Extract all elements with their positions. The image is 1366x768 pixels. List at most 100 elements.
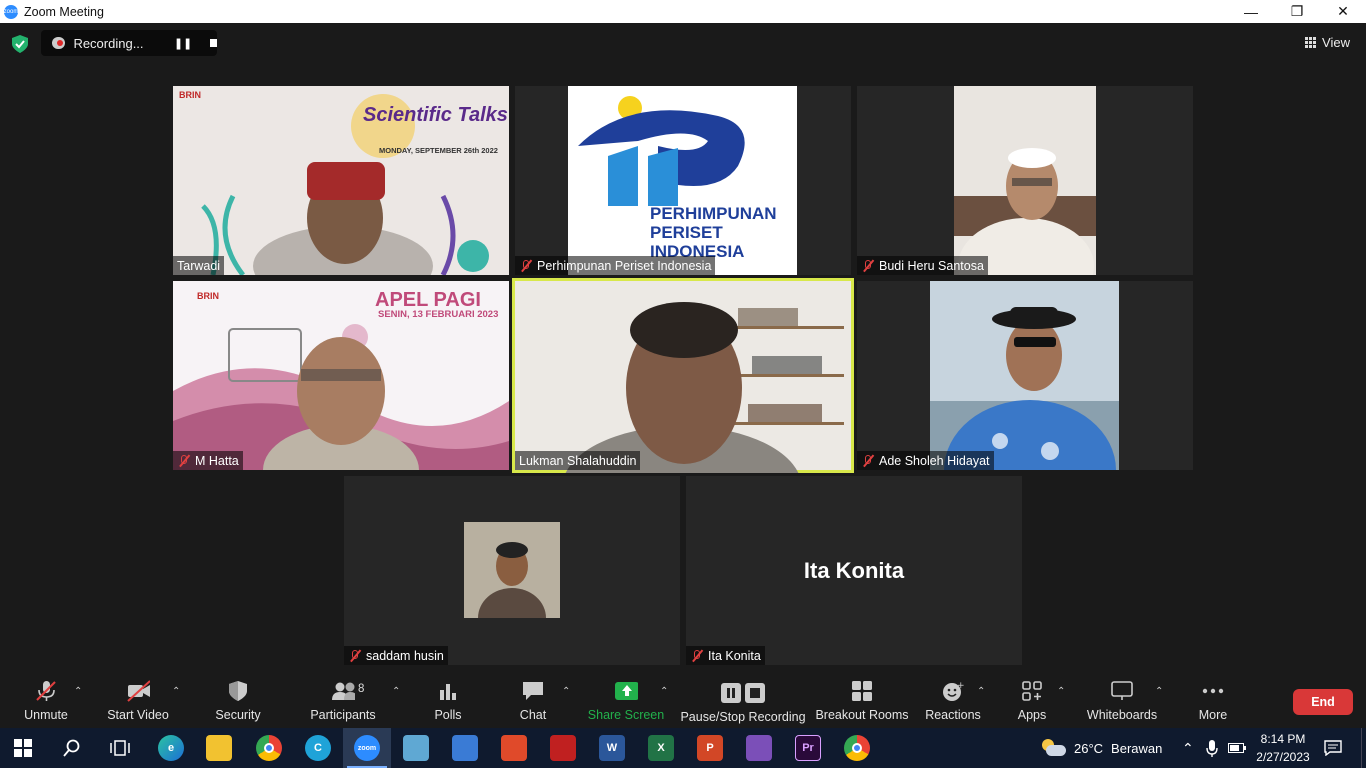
task-view-icon[interactable] — [107, 735, 133, 761]
cortana-app-icon[interactable]: C — [305, 735, 331, 761]
chrome-browser-icon[interactable] — [256, 735, 282, 761]
apps-button[interactable]: Apps — [1014, 672, 1050, 728]
weather-widget[interactable]: 26°C Berawan — [1040, 728, 1162, 768]
breakout-rooms-button[interactable]: Breakout Rooms — [815, 672, 909, 728]
whiteboards-button[interactable]: Whiteboards — [1086, 672, 1158, 728]
partly-cloudy-icon — [1040, 739, 1066, 757]
video-off-icon — [126, 680, 150, 702]
participant-name: saddam husin — [366, 648, 444, 663]
participant-name: Ita Konita — [708, 648, 761, 663]
video-tile-ita[interactable]: Ita Konita Ita Konita — [686, 476, 1022, 665]
pause-recording-icon[interactable]: ❚❚ — [174, 37, 192, 50]
participants-count-badge: 8 — [358, 683, 365, 695]
premiere-pro-icon[interactable]: Pr — [795, 735, 821, 761]
encryption-shield-icon[interactable] — [12, 35, 28, 53]
security-button[interactable]: Security — [212, 672, 264, 728]
show-desktop-button[interactable] — [1361, 728, 1366, 768]
polls-bar-chart-icon — [436, 680, 460, 702]
brin-logo-text: BRIN — [179, 90, 201, 100]
close-button[interactable]: ✕ — [1320, 0, 1366, 23]
video-tile-tarwadi[interactable]: BRIN Scientific Talks MONDAY, SEPTEMBER … — [173, 86, 509, 275]
whiteboards-options-chevron-icon[interactable]: ⌃ — [1155, 686, 1163, 697]
battery-icon[interactable] — [1228, 728, 1246, 768]
chrome-profile-icon[interactable] — [844, 735, 870, 761]
participant-name-tag: Lukman Shalahuddin — [515, 451, 641, 470]
muted-mic-icon — [177, 454, 191, 468]
system-clock[interactable]: 8:14 PM 2/27/2023 — [1252, 730, 1314, 766]
participants-label: Participants — [310, 708, 376, 722]
more-button[interactable]: More — [1195, 672, 1231, 728]
lukman-video-feed — [565, 302, 844, 473]
end-meeting-button[interactable]: End — [1293, 689, 1353, 715]
participant-display-name: Ita Konita — [803, 558, 905, 583]
maximize-button[interactable]: ❐ — [1274, 0, 1320, 23]
video-tile-saddam[interactable]: saddam husin — [344, 476, 680, 665]
edge-browser-icon[interactable]: e — [158, 735, 184, 761]
excel-app-icon[interactable]: X — [648, 735, 674, 761]
participant-name-tag: Tarwadi — [173, 256, 225, 275]
breakout-rooms-grid-icon — [850, 680, 874, 702]
search-icon[interactable] — [59, 735, 85, 761]
start-video-label: Start Video — [107, 708, 169, 722]
apps-options-chevron-icon[interactable]: ⌃ — [1057, 686, 1065, 697]
participant-name-tag: Budi Heru Santosa — [857, 256, 988, 275]
more-label: More — [1198, 708, 1228, 722]
video-tile-budi[interactable]: Budi Heru Santosa — [857, 86, 1193, 275]
share-screen-button[interactable]: Share Screen — [588, 672, 664, 728]
word-app-icon[interactable]: W — [599, 735, 625, 761]
visual-studio-icon[interactable] — [746, 735, 772, 761]
polls-label: Polls — [434, 708, 462, 722]
start-video-button[interactable]: Start Video — [106, 672, 170, 728]
reactions-options-chevron-icon[interactable]: ⌃ — [977, 686, 985, 697]
weather-condition: Berawan — [1111, 740, 1163, 756]
svg-text:+: + — [957, 681, 964, 691]
minimize-button[interactable]: — — [1228, 0, 1274, 23]
show-hidden-icons-chevron-icon[interactable]: ⌃ — [1182, 728, 1194, 768]
zoom-app-icon[interactable]: zoom — [354, 735, 380, 761]
ade-video-feed — [930, 281, 1119, 470]
reactions-button[interactable]: + Reactions — [925, 672, 981, 728]
pdf-reader-icon[interactable] — [501, 735, 527, 761]
video-tile-ade[interactable]: Ade Sholeh Hidayat — [857, 281, 1193, 470]
ppi-logo-image: PERHIMPUNAN PERISET INDONESIA — [568, 86, 797, 275]
apel-pagi-date: SENIN, 13 FEBRUARI 2023 — [378, 309, 499, 320]
video-tile-perhimpunan[interactable]: PERHIMPUNAN PERISET INDONESIA Perhimpuna… — [515, 86, 851, 275]
polls-button[interactable]: Polls — [430, 672, 466, 728]
clock-time: 8:14 PM — [1260, 732, 1306, 746]
notepad-app-icon[interactable] — [403, 735, 429, 761]
participants-options-chevron-icon[interactable]: ⌃ — [392, 686, 400, 697]
microphone-tray-icon[interactable] — [1206, 728, 1218, 768]
muted-mic-icon — [861, 259, 875, 273]
participant-name: Lukman Shalahuddin — [519, 453, 637, 468]
participants-button[interactable]: Participants — [310, 672, 376, 728]
video-options-chevron-icon[interactable]: ⌃ — [172, 686, 180, 697]
video-tile-m-hatta[interactable]: BRIN APEL PAGI SENIN, 13 FEBRUARI 2023 M… — [173, 281, 509, 470]
windows-start-icon[interactable] — [10, 735, 36, 761]
apps-icon — [1020, 680, 1044, 702]
share-options-chevron-icon[interactable]: ⌃ — [660, 686, 668, 697]
cloud-recording-icon — [52, 37, 66, 49]
file-explorer-icon[interactable] — [206, 735, 232, 761]
pause-stop-recording-button[interactable]: Pause/Stop Recording — [680, 672, 806, 728]
notifications-icon[interactable] — [1324, 728, 1342, 768]
outlook-app-icon[interactable] — [452, 735, 478, 761]
chat-label: Chat — [519, 708, 547, 722]
mendeley-app-icon[interactable] — [550, 735, 576, 761]
unmute-button[interactable]: Unmute — [20, 672, 72, 728]
audio-options-chevron-icon[interactable]: ⌃ — [74, 686, 82, 697]
participant-name: Perhimpunan Periset Indonesia — [537, 258, 712, 273]
video-tile-lukman-active-speaker[interactable]: Lukman Shalahuddin — [512, 278, 854, 473]
security-shield-icon — [226, 680, 250, 702]
ppi-logo-line1: PERHIMPUNAN — [650, 204, 777, 223]
powerpoint-app-icon[interactable]: P — [697, 735, 723, 761]
chat-options-chevron-icon[interactable]: ⌃ — [562, 686, 570, 697]
brin-logo-text: BRIN — [197, 291, 219, 301]
muted-mic-icon — [861, 454, 875, 468]
ppi-logo-icon — [578, 96, 745, 206]
view-label: View — [1322, 35, 1350, 50]
view-button[interactable]: View — [1305, 35, 1350, 50]
chat-button[interactable]: Chat — [515, 672, 551, 728]
stop-recording-icon[interactable] — [210, 39, 217, 47]
clock-date: 2/27/2023 — [1256, 750, 1310, 764]
participant-name-tag: Perhimpunan Periset Indonesia — [515, 256, 716, 275]
